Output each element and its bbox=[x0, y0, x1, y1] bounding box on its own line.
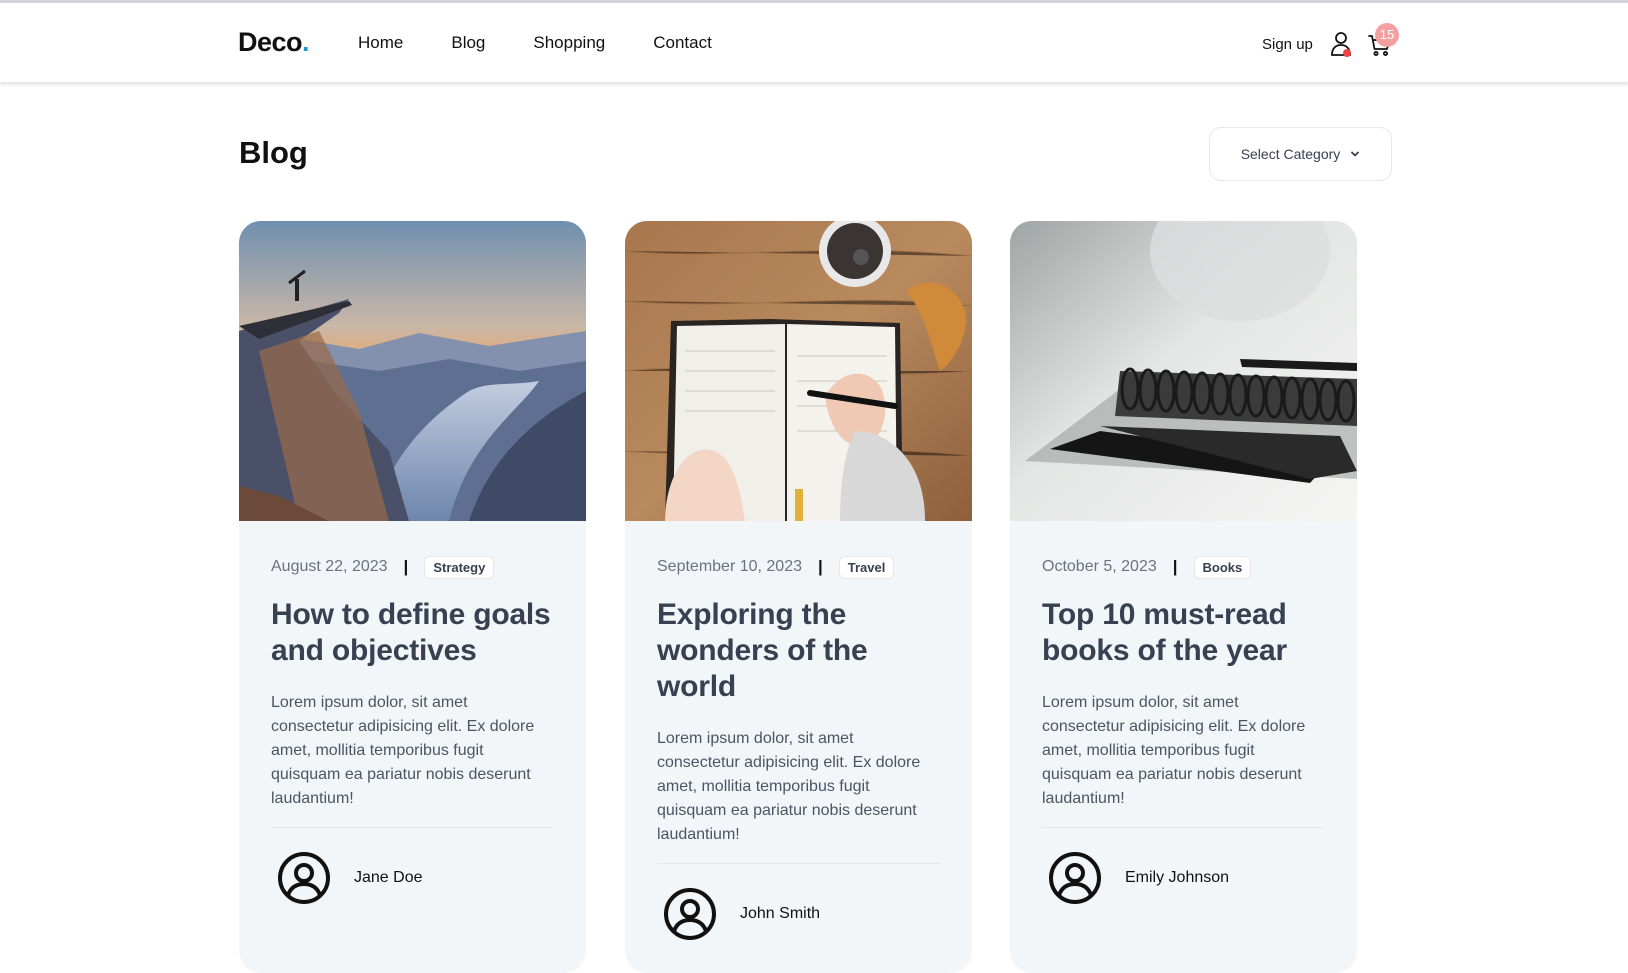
post-excerpt: Lorem ipsum dolor, sit amet consectetur … bbox=[657, 730, 921, 843]
blog-card[interactable]: September 10, 2023 | Travel Exploring th… bbox=[625, 221, 972, 973]
user-avatar-icon bbox=[664, 888, 716, 940]
nav-blog[interactable]: Blog bbox=[451, 33, 485, 53]
category-select-label: Select Category bbox=[1240, 146, 1341, 162]
brand-logo[interactable]: Deco. bbox=[238, 27, 310, 58]
nav-contact[interactable]: Contact bbox=[653, 33, 712, 53]
post-date: August 22, 2023 bbox=[271, 558, 388, 575]
nav-home[interactable]: Home bbox=[358, 33, 403, 53]
card-divider bbox=[1042, 827, 1325, 828]
category-select[interactable]: Select Category bbox=[1209, 127, 1392, 181]
site-header: Deco. Home Blog Shopping Contact Sign up… bbox=[0, 3, 1628, 83]
user-status-dot bbox=[1343, 49, 1351, 57]
post-title[interactable]: How to define goals and objectives bbox=[271, 597, 554, 669]
author-name[interactable]: John Smith bbox=[740, 905, 820, 923]
card-divider bbox=[657, 863, 940, 864]
page-title: Blog bbox=[239, 135, 308, 170]
meta-separator: | bbox=[1172, 557, 1178, 576]
card-meta: September 10, 2023 | Travel bbox=[657, 555, 940, 579]
blog-card[interactable]: August 22, 2023 | Strategy How to define… bbox=[239, 221, 586, 973]
brand-name: Deco bbox=[238, 27, 303, 57]
author-name[interactable]: Emily Johnson bbox=[1125, 869, 1229, 887]
post-author: Jane Doe bbox=[271, 850, 554, 906]
card-meta: August 22, 2023 | Strategy bbox=[271, 555, 554, 579]
post-date: September 10, 2023 bbox=[657, 558, 802, 575]
user-avatar-icon bbox=[278, 852, 330, 904]
post-excerpt: Lorem ipsum dolor, sit amet consectetur … bbox=[1042, 694, 1306, 807]
card-divider bbox=[271, 827, 554, 828]
nav-shopping[interactable]: Shopping bbox=[533, 33, 605, 53]
card-image-notebook[interactable] bbox=[625, 221, 972, 521]
post-author: John Smith bbox=[657, 886, 940, 942]
main-nav: Home Blog Shopping Contact bbox=[358, 33, 760, 53]
blog-card[interactable]: October 5, 2023 | Books Top 10 must-read… bbox=[1010, 221, 1357, 973]
meta-separator: | bbox=[403, 557, 409, 576]
card-meta: October 5, 2023 | Books bbox=[1042, 555, 1325, 579]
post-date: October 5, 2023 bbox=[1042, 558, 1157, 575]
post-title[interactable]: Top 10 must-read books of the year bbox=[1042, 597, 1325, 669]
cart-count-badge: 15 bbox=[1375, 23, 1399, 47]
post-excerpt: Lorem ipsum dolor, sit amet consectetur … bbox=[271, 694, 535, 807]
user-avatar-icon bbox=[1049, 852, 1101, 904]
card-image-mountain[interactable] bbox=[239, 221, 586, 521]
author-name[interactable]: Jane Doe bbox=[354, 869, 423, 887]
category-tag[interactable]: Books bbox=[1193, 555, 1252, 579]
category-tag[interactable]: Travel bbox=[838, 555, 895, 579]
card-image-spiral-notebook[interactable] bbox=[1010, 221, 1357, 521]
meta-separator: | bbox=[818, 557, 823, 576]
post-title[interactable]: Exploring the wonders of the world bbox=[657, 597, 940, 705]
category-tag[interactable]: Strategy bbox=[424, 555, 495, 579]
chevron-down-icon bbox=[1351, 151, 1360, 157]
brand-dot: . bbox=[302, 27, 310, 57]
post-author: Emily Johnson bbox=[1042, 850, 1325, 906]
signup-link[interactable]: Sign up bbox=[1262, 36, 1313, 53]
